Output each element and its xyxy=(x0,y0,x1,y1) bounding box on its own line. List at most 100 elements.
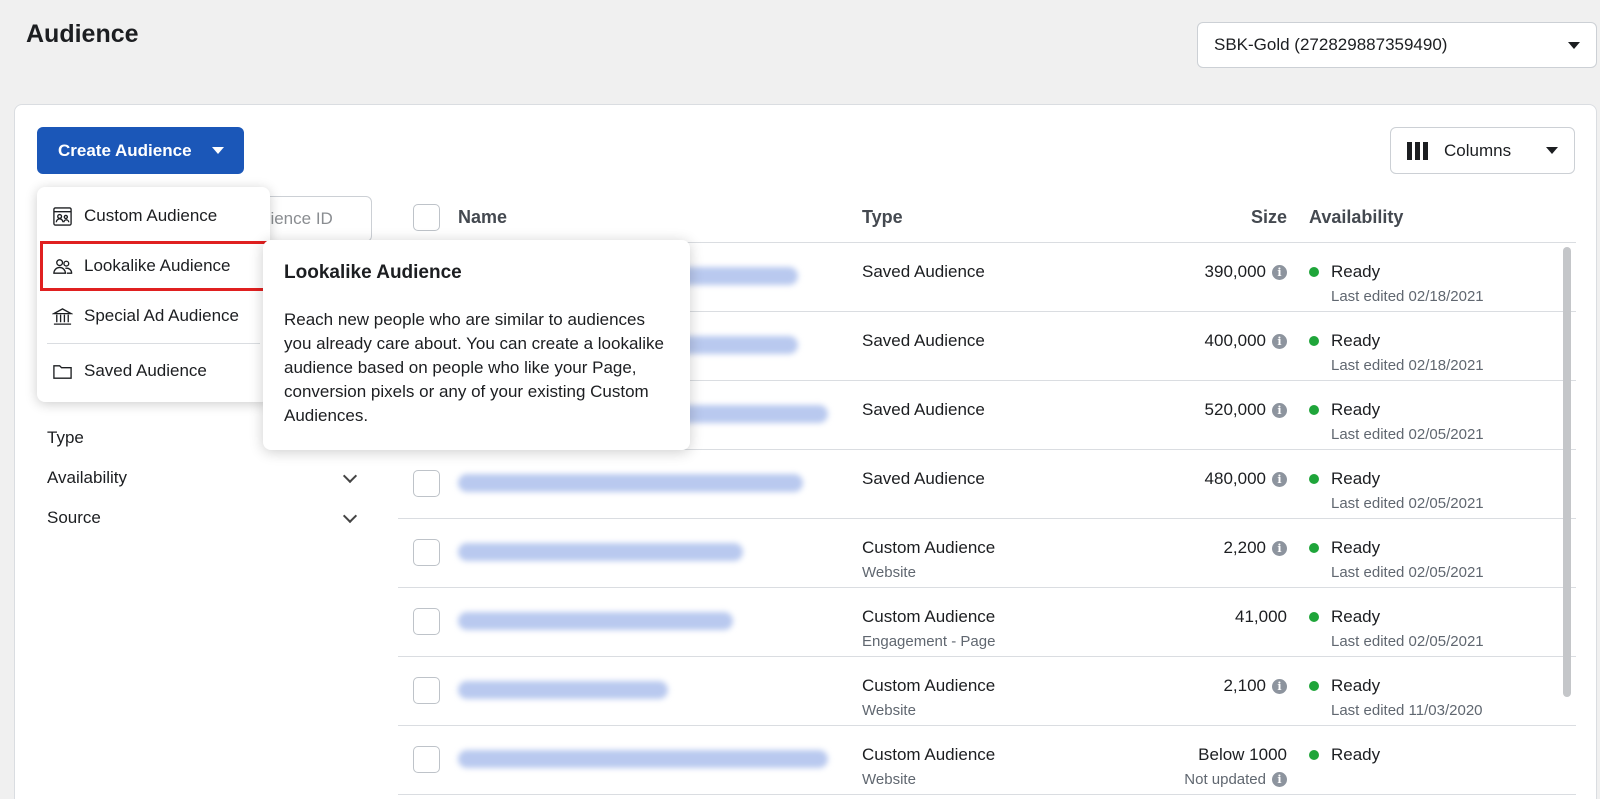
search-placeholder: dience ID xyxy=(261,209,333,228)
audience-name-link[interactable] xyxy=(458,612,733,630)
menu-item-label: Custom Audience xyxy=(84,206,218,225)
audience-name-link[interactable] xyxy=(458,750,828,768)
filter-source[interactable]: Source xyxy=(47,498,365,538)
status-dot-icon xyxy=(1309,750,1319,760)
tooltip-body: Reach new people who are similar to audi… xyxy=(284,310,664,425)
audience-subtype: Website xyxy=(862,771,916,788)
table-header: Name Type Size Availability xyxy=(398,192,1576,243)
table-row[interactable]: Custom Audience Website 2,200 i Ready Last ed… xyxy=(398,519,1576,588)
info-icon[interactable]: i xyxy=(1272,264,1287,280)
menu-item-custom-audience[interactable]: Custom Audience xyxy=(37,191,270,241)
menu-item-lookalike-audience[interactable]: Lookalike Audience xyxy=(40,241,267,291)
last-edited: Last edited 02/18/2021 xyxy=(1331,357,1484,374)
audience-name-link[interactable] xyxy=(458,681,668,699)
create-audience-label: Create Audience xyxy=(58,140,192,160)
header-type[interactable]: Type xyxy=(862,207,1107,228)
audience-size: 2,100 xyxy=(1223,676,1266,695)
select-all-checkbox[interactable] xyxy=(413,203,440,231)
filter-label: Source xyxy=(47,508,101,527)
audience-size: 480,000 xyxy=(1204,469,1266,488)
page-title: Audience xyxy=(26,20,139,48)
row-checkbox[interactable] xyxy=(413,677,440,704)
table-scrollbar[interactable] xyxy=(1563,247,1571,697)
last-edited: Last edited 02/18/2021 xyxy=(1331,288,1484,305)
table-row[interactable]: Saved Audience 480,000 i Ready Last edited 0… xyxy=(398,450,1576,519)
status-dot-icon xyxy=(1309,612,1319,622)
audience-size: Below 1000 xyxy=(1198,745,1287,764)
availability-status: Ready xyxy=(1331,262,1381,281)
table-row[interactable]: Custom Audience Website 2,100 i Ready Last ed… xyxy=(398,657,1576,726)
row-checkbox[interactable] xyxy=(413,539,440,566)
audience-subtype: Engagement - Page xyxy=(862,633,996,650)
menu-item-label: Special Ad Audience xyxy=(84,306,240,325)
create-audience-menu: Custom Audience Lookalike Audience Speci… xyxy=(37,187,270,402)
audience-size: 400,000 xyxy=(1204,331,1266,350)
custom-audience-icon xyxy=(53,206,72,226)
info-icon[interactable]: i xyxy=(1272,540,1287,556)
audience-size: 2,200 xyxy=(1223,538,1266,557)
info-icon[interactable]: i xyxy=(1272,772,1287,787)
caret-down-icon xyxy=(211,147,224,154)
availability-status: Ready xyxy=(1331,538,1381,557)
info-icon[interactable]: i xyxy=(1272,471,1287,487)
menu-item-saved-audience[interactable]: Saved Audience xyxy=(37,346,270,396)
header-name[interactable]: Name xyxy=(458,207,862,228)
audience-size: 41,000 xyxy=(1235,607,1287,626)
status-dot-icon xyxy=(1309,267,1319,277)
account-select[interactable]: SBK-Gold (272829887359490) xyxy=(1197,22,1597,68)
last-edited: Last edited 02/05/2021 xyxy=(1331,426,1484,443)
chevron-down-icon xyxy=(342,508,358,523)
columns-icon xyxy=(1407,141,1428,160)
lookalike-icon xyxy=(53,258,73,274)
audience-size: 520,000 xyxy=(1204,400,1266,419)
chevron-down-icon xyxy=(342,468,358,483)
tooltip-title: Lookalike Audience xyxy=(284,262,462,283)
create-audience-button[interactable]: Create Audience xyxy=(37,127,244,174)
row-checkbox[interactable] xyxy=(413,608,440,635)
status-dot-icon xyxy=(1309,543,1319,553)
audience-size: 390,000 xyxy=(1204,262,1266,281)
audience-subtype: Website xyxy=(862,564,916,581)
columns-button[interactable]: Columns xyxy=(1390,127,1575,174)
last-edited: Last edited 02/05/2021 xyxy=(1331,633,1484,650)
availability-status: Ready xyxy=(1331,469,1381,488)
columns-label: Columns xyxy=(1444,140,1512,160)
caret-down-icon xyxy=(1546,147,1558,154)
caret-down-icon xyxy=(1568,41,1580,49)
availability-status: Ready xyxy=(1331,676,1381,695)
row-checkbox[interactable] xyxy=(413,746,440,773)
audience-type: Custom Audience xyxy=(862,607,996,626)
header-availability[interactable]: Availability xyxy=(1287,207,1576,228)
availability-status: Ready xyxy=(1331,607,1381,626)
header-size[interactable]: Size xyxy=(1107,207,1287,228)
audience-type: Custom Audience xyxy=(862,538,996,557)
audience-type: Saved Audience xyxy=(862,262,985,281)
menu-item-special-ad-audience[interactable]: Special Ad Audience xyxy=(37,291,270,341)
filter-label: Availability xyxy=(47,468,128,487)
menu-item-label: Lookalike Audience xyxy=(84,256,231,275)
info-icon[interactable]: i xyxy=(1272,402,1287,418)
audience-type: Saved Audience xyxy=(862,331,985,350)
audience-name-link[interactable] xyxy=(458,543,743,561)
filter-label: Type xyxy=(47,428,84,447)
availability-status: Ready xyxy=(1331,745,1381,764)
account-select-label: SBK-Gold (272829887359490) xyxy=(1214,35,1448,54)
info-icon[interactable]: i xyxy=(1272,678,1287,694)
last-edited: Last edited 02/05/2021 xyxy=(1331,495,1484,512)
audience-name-link[interactable] xyxy=(458,474,803,492)
last-edited: Last edited 02/05/2021 xyxy=(1331,564,1484,581)
folder-icon xyxy=(53,364,72,379)
status-dot-icon xyxy=(1309,681,1319,691)
status-dot-icon xyxy=(1309,336,1319,346)
lookalike-tooltip: Lookalike Audience Reach new people who … xyxy=(263,240,690,450)
audience-type: Saved Audience xyxy=(862,469,985,488)
status-dot-icon xyxy=(1309,405,1319,415)
row-checkbox[interactable] xyxy=(413,470,440,497)
info-icon[interactable]: i xyxy=(1272,333,1287,349)
audience-subtype: Website xyxy=(862,702,916,719)
last-edited: Last edited 11/03/2020 xyxy=(1331,702,1483,719)
filter-availability[interactable]: Availability xyxy=(47,458,365,498)
menu-item-label: Saved Audience xyxy=(84,361,207,380)
table-row[interactable]: Custom Audience Engagement - Page 41,000 Re… xyxy=(398,588,1576,657)
table-row[interactable]: Custom Audience Website Below 1000 Not upda… xyxy=(398,726,1576,795)
